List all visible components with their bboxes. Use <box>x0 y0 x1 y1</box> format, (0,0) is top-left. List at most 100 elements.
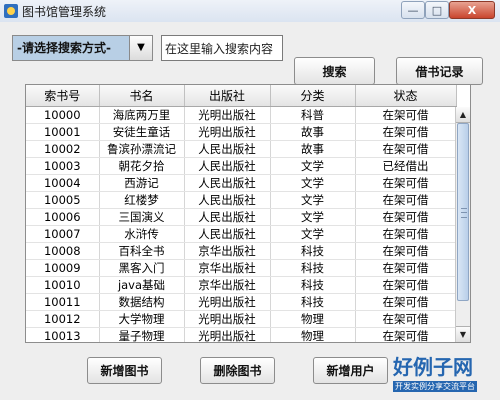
table-cell: 科普 <box>270 106 356 124</box>
table-cell: 10003 <box>26 157 100 175</box>
table-cell: 朝花夕拾 <box>99 157 185 175</box>
table-row[interactable]: 10011 数据结构 光明出版社 科技 在架可借 <box>26 293 457 311</box>
table-cell: 科技 <box>270 293 356 311</box>
table-row[interactable]: 10001 安徒生童话 光明出版社 故事 在架可借 <box>26 123 457 141</box>
table-cell: 数据结构 <box>99 293 185 311</box>
table-cell: 科技 <box>270 276 356 294</box>
table-row[interactable]: 10009 黑客入门 京华出版社 科技 在架可借 <box>26 259 457 277</box>
table-row[interactable]: 10003 朝花夕拾 人民出版社 文学 已经借出 <box>26 157 457 175</box>
table-cell: 在架可借 <box>355 174 457 192</box>
scrollbar-thumb[interactable] <box>457 123 469 301</box>
add-user-button[interactable]: 新增用户 <box>313 357 388 384</box>
table-cell: 光明出版社 <box>184 293 271 311</box>
table-row[interactable]: 10004 西游记 人民出版社 文学 在架可借 <box>26 174 457 192</box>
table-cell: 水浒传 <box>99 225 185 243</box>
grip-icon <box>461 208 467 218</box>
add-book-button[interactable]: 新增图书 <box>87 357 162 384</box>
table-cell: 在架可借 <box>355 106 457 124</box>
table-cell: 大学物理 <box>99 310 185 328</box>
table-cell: 10000 <box>26 106 100 124</box>
chevron-down-icon[interactable]: ▼ <box>129 36 152 60</box>
table-cell: 文学 <box>270 157 356 175</box>
table-cell: 人民出版社 <box>184 208 271 226</box>
table-row[interactable]: 10012 大学物理 光明出版社 物理 在架可借 <box>26 310 457 328</box>
title-bar: 图书馆管理系统 — □ X <box>0 0 500 23</box>
table-cell: 百科全书 <box>99 242 185 260</box>
column-header[interactable]: 状态 <box>355 85 457 107</box>
table-row[interactable]: 10007 水浒传 人民出版社 文学 在架可借 <box>26 225 457 243</box>
table-cell: 在架可借 <box>355 259 457 277</box>
table-cell: 10010 <box>26 276 100 294</box>
search-button[interactable]: 搜索 <box>294 57 375 85</box>
delete-book-button[interactable]: 删除图书 <box>200 357 275 384</box>
table-cell: 在架可借 <box>355 140 457 158</box>
close-button[interactable]: X <box>449 1 495 19</box>
table-cell: 人民出版社 <box>184 225 271 243</box>
table-cell: 10012 <box>26 310 100 328</box>
search-mode-selected: -请选择搜索方式- <box>13 36 129 60</box>
table-cell: 三国演义 <box>99 208 185 226</box>
table-row[interactable]: 10008 百科全书 京华出版社 科技 在架可借 <box>26 242 457 260</box>
table-cell: 10002 <box>26 140 100 158</box>
table-cell: 故事 <box>270 123 356 141</box>
table-header-row: 索书号 书名 出版社 分类 状态 <box>26 85 457 107</box>
table-cell: 10008 <box>26 242 100 260</box>
table-cell: 京华出版社 <box>184 276 271 294</box>
table-cell: 在架可借 <box>355 242 457 260</box>
table-cell: 人民出版社 <box>184 174 271 192</box>
table-cell: 光明出版社 <box>184 106 271 124</box>
table-row[interactable]: 10000 海底两万里 光明出版社 科普 在架可借 <box>26 106 457 124</box>
table-cell: 光明出版社 <box>184 327 271 342</box>
table-cell: 科技 <box>270 242 356 260</box>
window-title: 图书馆管理系统 <box>22 5 107 19</box>
table-cell: 在架可借 <box>355 191 457 209</box>
column-header[interactable]: 书名 <box>99 85 185 107</box>
table-cell: 已经借出 <box>355 157 457 175</box>
table-cell: 在架可借 <box>355 208 457 226</box>
table-row[interactable]: 10013 量子物理 光明出版社 物理 在架可借 <box>26 327 457 342</box>
scroll-up-icon[interactable]: ▲ <box>456 107 470 123</box>
search-input[interactable] <box>161 35 283 61</box>
table-cell: 在架可借 <box>355 225 457 243</box>
table-cell: 10006 <box>26 208 100 226</box>
table-cell: 海底两万里 <box>99 106 185 124</box>
search-mode-select[interactable]: -请选择搜索方式- ▼ <box>12 35 153 61</box>
table-row[interactable]: 10006 三国演义 人民出版社 文学 在架可借 <box>26 208 457 226</box>
table-cell: 安徒生童话 <box>99 123 185 141</box>
table-cell: 黑客入门 <box>99 259 185 277</box>
table-cell: 在架可借 <box>355 327 457 342</box>
table-cell: 红楼梦 <box>99 191 185 209</box>
book-table: 索书号 书名 出版社 分类 状态 10000 海底两万里 光明出版社 科普 在架可借 10001 安… <box>25 84 471 343</box>
column-header[interactable]: 出版社 <box>184 85 271 107</box>
table-cell: 物理 <box>270 327 356 342</box>
table-cell: 物理 <box>270 310 356 328</box>
table-cell: 10007 <box>26 225 100 243</box>
table-cell: 在架可借 <box>355 276 457 294</box>
app-icon <box>4 4 18 18</box>
table-cell: 京华出版社 <box>184 242 271 260</box>
table-row[interactable]: 10005 红楼梦 人民出版社 文学 在架可借 <box>26 191 457 209</box>
table-cell: 文学 <box>270 191 356 209</box>
table-cell: 在架可借 <box>355 310 457 328</box>
column-header[interactable]: 分类 <box>270 85 356 107</box>
scroll-down-icon[interactable]: ▼ <box>456 326 470 342</box>
table-cell: 文学 <box>270 174 356 192</box>
table-row[interactable]: 10002 鲁滨孙漂流记 人民出版社 故事 在架可借 <box>26 140 457 158</box>
table-cell: 量子物理 <box>99 327 185 342</box>
table-cell: 10001 <box>26 123 100 141</box>
table-cell: 人民出版社 <box>184 191 271 209</box>
maximize-button[interactable]: □ <box>425 1 449 19</box>
table-cell: 在架可借 <box>355 293 457 311</box>
table-body: 10000 海底两万里 光明出版社 科普 在架可借 10001 安徒生童话 光明出版社 故事 在架… <box>26 106 457 342</box>
table-cell: 京华出版社 <box>184 259 271 277</box>
vertical-scrollbar[interactable]: ▲ ▼ <box>455 107 470 342</box>
table-cell: 文学 <box>270 225 356 243</box>
column-header[interactable]: 索书号 <box>26 85 100 107</box>
borrow-records-button[interactable]: 借书记录 <box>396 57 483 85</box>
table-cell: 10011 <box>26 293 100 311</box>
minimize-button[interactable]: — <box>401 1 425 19</box>
table-cell: 人民出版社 <box>184 140 271 158</box>
table-cell: 在架可借 <box>355 123 457 141</box>
table-row[interactable]: 10010 java基础 京华出版社 科技 在架可借 <box>26 276 457 294</box>
table-cell: 10009 <box>26 259 100 277</box>
